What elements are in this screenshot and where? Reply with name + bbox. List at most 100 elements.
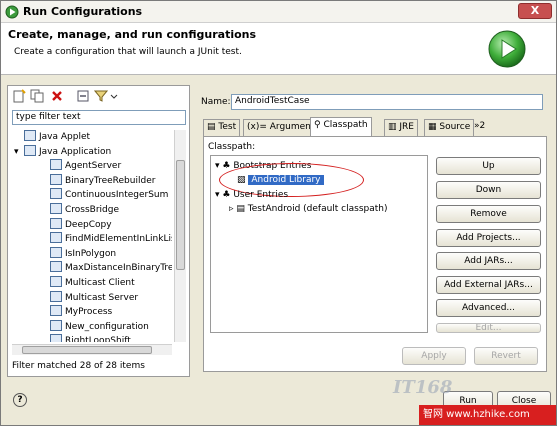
- header-subtitle: Create a configuration that will launch …: [14, 47, 242, 57]
- config-tree-item-label: MaxDistanceInBinaryTree: [65, 263, 172, 274]
- window-title: Run Configurations: [23, 5, 143, 18]
- window-close-button[interactable]: X: [518, 3, 552, 19]
- name-field[interactable]: AndroidTestCase: [231, 94, 543, 110]
- user-entries-icon: ♣: [222, 190, 234, 200]
- java-app-icon: [50, 173, 62, 185]
- dialog-header: Create, manage, and run configurations C…: [1, 23, 556, 75]
- launch-type-icon: [24, 144, 36, 156]
- tab-test[interactable]: ▤ Test: [203, 119, 241, 136]
- revert-button[interactable]: Revert: [474, 347, 538, 365]
- config-tree-item[interactable]: BinaryTreeRebuilder: [40, 173, 156, 188]
- java-app-icon: [50, 319, 62, 331]
- add-external-jars-button[interactable]: Add External JARs...: [436, 276, 541, 294]
- edit-button[interactable]: Edit...: [436, 323, 541, 333]
- config-tree-item-label: Multicast Server: [65, 292, 139, 303]
- config-tree-item-label: FindMidElementInLinkList: [65, 234, 172, 245]
- java-app-icon: [50, 188, 62, 200]
- user-entries-label: User Entries: [233, 190, 289, 200]
- config-tree-item-label: ContinuousIntegerSum: [65, 190, 169, 201]
- config-tree-item-label: RightLoopShift: [65, 336, 131, 342]
- config-tree-item[interactable]: MaxDistanceInBinaryTree: [40, 261, 172, 275]
- vertical-scroll-thumb[interactable]: [176, 160, 185, 270]
- horizontal-scroll-thumb[interactable]: [22, 346, 152, 354]
- java-app-icon: [50, 159, 62, 171]
- arguments-tab-icon: (x)=: [247, 122, 270, 132]
- help-icon[interactable]: ?: [13, 393, 27, 407]
- duplicate-icon[interactable]: [30, 89, 44, 103]
- config-tree-item-label: IsInPolygon: [65, 248, 117, 259]
- java-app-icon: [50, 305, 62, 317]
- config-tree-vertical-scrollbar[interactable]: [174, 130, 186, 342]
- collapse-all-icon[interactable]: [76, 89, 90, 103]
- configuration-list-panel: type filter text Java Applet ▾ Java Applic…: [7, 85, 190, 377]
- classpath-tree: ▾ ♣ Bootstrap Entries ▧ Android Library …: [210, 155, 428, 333]
- config-tree-item[interactable]: Multicast Server: [40, 290, 139, 305]
- name-label: Name:: [201, 97, 231, 107]
- tab-classpath[interactable]: ⚲ Classpath: [310, 117, 372, 136]
- jre-tab-icon: ▥: [388, 122, 400, 132]
- editor-tabs: ▤ Test (x)= Arguments ⚲ Classpath ▥ JRE …: [203, 117, 547, 136]
- title-bar: Run Configurations X: [1, 1, 556, 23]
- java-app-icon: [50, 246, 62, 258]
- configuration-editor: Name: AndroidTestCase ▤ Test (x)= Argume…: [195, 85, 551, 377]
- config-tree-item-label: BinaryTreeRebuilder: [65, 175, 156, 186]
- config-tree-item-label: Multicast Client: [65, 278, 135, 288]
- chevron-down-icon[interactable]: [110, 89, 118, 103]
- run-icon: [5, 5, 19, 19]
- filter-icon[interactable]: [94, 89, 108, 103]
- config-tree-item-label: CrossBridge: [65, 205, 120, 215]
- filter-input[interactable]: type filter text: [12, 110, 186, 125]
- config-tree-item[interactable]: FindMidElementInLinkList: [40, 232, 172, 246]
- down-button[interactable]: Down: [436, 181, 541, 199]
- config-tree-item[interactable]: ▾ Java Application: [14, 144, 112, 159]
- filter-status: Filter matched 28 of 28 items: [12, 361, 145, 371]
- config-tree-item[interactable]: CrossBridge: [40, 203, 119, 217]
- config-tree-item[interactable]: MyProcess: [40, 305, 112, 319]
- classpath-tab-content: Classpath: ▾ ♣ Bootstrap Entries ▧ Andro…: [203, 136, 547, 372]
- run-configurations-dialog: Run Configurations X Create, manage, and…: [0, 0, 557, 426]
- config-tree-item[interactable]: Java Applet: [14, 130, 90, 144]
- add-projects-button[interactable]: Add Projects...: [436, 229, 541, 247]
- up-button[interactable]: Up: [436, 157, 541, 175]
- user-entries-node[interactable]: ▾ ♣ User Entries: [215, 189, 288, 202]
- config-toolbar: [10, 88, 188, 106]
- test-android-node[interactable]: ▹ ▤ TestAndroid (default classpath): [229, 203, 388, 216]
- config-tree-item[interactable]: RightLoopShift: [40, 334, 131, 342]
- apply-button[interactable]: Apply: [402, 347, 466, 365]
- tab-classpath-label: Classpath: [323, 120, 368, 130]
- tab-source[interactable]: ▦ Source: [424, 119, 475, 136]
- run-large-icon: [488, 30, 526, 68]
- config-tree-item-label: Java Application: [39, 146, 112, 157]
- config-tree-item[interactable]: ContinuousIntegerSum: [40, 188, 168, 202]
- launch-type-icon: [24, 130, 36, 141]
- config-tree-item[interactable]: AgentServer: [40, 159, 121, 173]
- config-tree-item[interactable]: Multicast Client: [40, 276, 135, 290]
- config-tree-item-label: AgentServer: [65, 161, 122, 172]
- config-tree-item-label: DeepCopy: [65, 219, 112, 230]
- config-tree-item[interactable]: IsInPolygon: [40, 246, 117, 261]
- java-app-icon: [50, 334, 62, 342]
- add-jars-button[interactable]: Add JARs...: [436, 252, 541, 270]
- config-tree-horizontal-scrollbar[interactable]: [12, 344, 172, 355]
- java-app-icon: [50, 232, 62, 244]
- test-android-label: TestAndroid (default classpath): [247, 204, 388, 214]
- advanced-button[interactable]: Advanced...: [436, 299, 541, 317]
- tab-jre[interactable]: ▥ JRE: [384, 119, 418, 136]
- test-tab-icon: ▤: [207, 122, 219, 132]
- classpath-label: Classpath:: [208, 142, 256, 152]
- remove-button[interactable]: Remove: [436, 205, 541, 223]
- config-tree: Java Applet ▾ Java Application AgentServer B…: [10, 130, 172, 342]
- chevron-down-icon[interactable]: ▾: [14, 145, 24, 159]
- config-tree-item[interactable]: New_configuration: [40, 319, 149, 334]
- delete-icon[interactable]: [50, 89, 64, 103]
- java-app-icon: [50, 276, 62, 287]
- tab-source-label: Source: [439, 122, 471, 132]
- config-tree-item-label: Java Applet: [39, 132, 91, 142]
- header-title: Create, manage, and run configurations: [8, 28, 257, 41]
- project-icon: ▤: [236, 204, 248, 214]
- tab-more[interactable]: »2: [471, 119, 488, 136]
- config-tree-item[interactable]: DeepCopy: [40, 217, 112, 232]
- new-config-icon[interactable]: [12, 89, 26, 103]
- java-app-icon: [50, 261, 62, 273]
- source-tab-icon: ▦: [428, 122, 440, 132]
